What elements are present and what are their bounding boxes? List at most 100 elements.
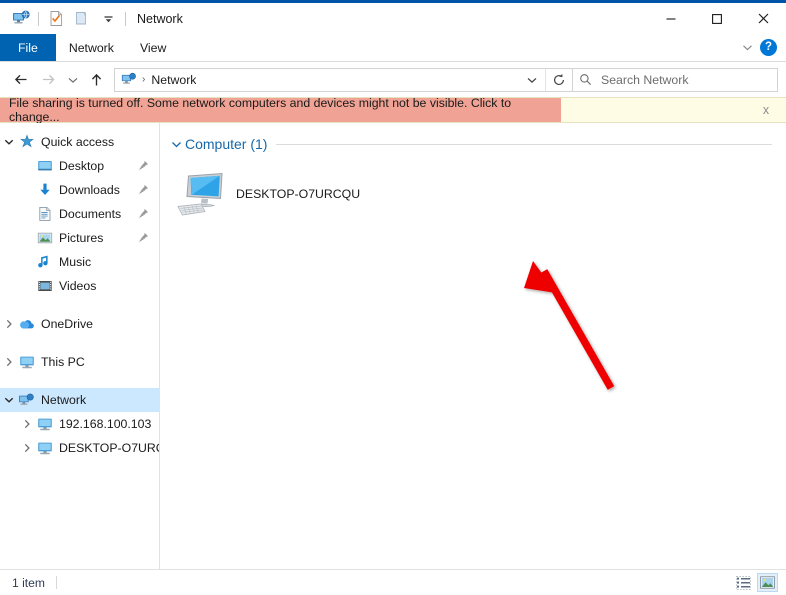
sidebar-gap-1 <box>0 298 159 312</box>
maximize-button[interactable] <box>694 3 740 34</box>
documents-icon <box>36 206 53 223</box>
refresh-icon[interactable] <box>546 69 572 91</box>
list-item[interactable]: DESKTOP-O7URCQU <box>174 163 370 225</box>
music-icon <box>36 254 53 271</box>
explorer-body: Quick access · Desktop <box>0 123 786 569</box>
sidebar-item-desktop-o7urcqu[interactable]: DESKTOP-O7URCQU <box>0 436 159 460</box>
window-controls <box>648 3 786 34</box>
sidebar-gap-2 <box>0 336 159 350</box>
new-folder-icon[interactable] <box>69 7 95 31</box>
search-box[interactable]: Search Network <box>573 67 778 92</box>
sidebar-item-label: Desktop <box>59 159 105 173</box>
recent-locations-chevron-icon[interactable] <box>62 67 83 93</box>
sidebar-item-label: Videos <box>59 279 97 293</box>
sidebar-item-label: Music <box>59 255 92 269</box>
notification-bar[interactable]: File sharing is turned off. Some network… <box>0 96 786 124</box>
ribbon-right-controls: ? <box>736 34 786 61</box>
sidebar-item-onedrive[interactable]: OneDrive <box>0 312 159 336</box>
cloud-icon <box>18 316 35 333</box>
search-input[interactable]: Search Network <box>601 73 688 87</box>
quick-access-toolbar <box>8 7 130 31</box>
search-icon <box>573 73 597 86</box>
desktop-icon <box>36 158 53 175</box>
computer-icon <box>36 416 53 433</box>
tab-network[interactable]: Network <box>56 34 127 61</box>
sidebar-item-downloads[interactable]: · Downloads <box>0 178 159 202</box>
sidebar-item-pictures[interactable]: · Pictures <box>0 226 159 250</box>
sidebar-item-label: OneDrive <box>41 317 93 331</box>
pin-icon[interactable] <box>137 231 150 244</box>
sidebar-item-this-pc[interactable]: This PC <box>0 350 159 374</box>
address-bar[interactable]: › Network <box>114 67 573 92</box>
previous-locations-chevron-icon[interactable] <box>519 69 545 91</box>
help-icon[interactable]: ? <box>760 39 777 56</box>
sidebar-item-label: Downloads <box>59 183 120 197</box>
pin-icon[interactable] <box>137 183 150 196</box>
close-button[interactable] <box>740 3 786 34</box>
navigation-pane: Quick access · Desktop <box>0 123 160 569</box>
computer-icon <box>18 354 35 371</box>
chevron-expanded-icon[interactable] <box>0 130 18 154</box>
sidebar-item-label: Documents <box>59 207 122 221</box>
chevron-collapsed-icon[interactable] <box>18 436 36 460</box>
tab-file[interactable]: File <box>0 34 56 61</box>
downloads-icon <box>36 182 53 199</box>
large-icons-view-icon[interactable] <box>757 573 778 592</box>
star-icon <box>18 134 35 151</box>
chevron-expanded-icon[interactable] <box>168 139 184 150</box>
computer-large-icon <box>174 167 228 221</box>
sidebar-item-192-168-100-103[interactable]: 192.168.100.103 <box>0 412 159 436</box>
ribbon-tab-bar: File Network View ? <box>0 34 786 61</box>
chevron-placeholder-icon: · <box>18 178 36 202</box>
item-count: 1 item <box>12 575 45 590</box>
videos-icon <box>36 278 53 295</box>
chevron-placeholder-icon: · <box>18 154 36 178</box>
file-explorer-window: Network File Network View ? › Network Se… <box>0 0 786 595</box>
back-button[interactable] <box>8 67 35 93</box>
customize-chevron-icon[interactable] <box>95 7 121 31</box>
chevron-collapsed-icon[interactable] <box>0 350 18 374</box>
sidebar-item-label: Network <box>41 393 87 407</box>
chevron-collapsed-icon[interactable] <box>18 412 36 436</box>
content-pane[interactable]: Computer (1) DESKTOP-O7URCQU <box>160 123 786 569</box>
breadcrumb[interactable]: Network <box>151 73 196 87</box>
forward-button[interactable] <box>35 67 62 93</box>
up-button[interactable] <box>83 67 110 93</box>
group-header-computer[interactable]: Computer (1) <box>160 131 786 157</box>
sidebar-item-network[interactable]: Network <box>0 388 159 412</box>
toolbar-separator-1 <box>38 11 39 26</box>
sidebar-item-documents[interactable]: · Documents <box>0 202 159 226</box>
sidebar-item-desktop[interactable]: · Desktop <box>0 154 159 178</box>
navigation-bar: › Network Search Network <box>0 62 786 97</box>
sidebar-item-music[interactable]: · Music <box>0 250 159 274</box>
details-view-icon[interactable] <box>733 573 754 592</box>
title-bar: Network <box>0 3 786 34</box>
properties-icon[interactable] <box>43 7 69 31</box>
minimize-button[interactable] <box>648 3 694 34</box>
window-title: Network <box>137 11 183 26</box>
status-bar: 1 item <box>0 569 786 595</box>
sidebar-item-videos[interactable]: · Videos <box>0 274 159 298</box>
group-divider <box>276 143 772 145</box>
chevron-collapsed-icon[interactable] <box>0 312 18 336</box>
chevron-down-icon[interactable] <box>736 37 758 59</box>
notification-message[interactable]: File sharing is turned off. Some network… <box>0 96 561 124</box>
notification-close-icon[interactable]: x <box>746 98 786 122</box>
chevron-placeholder-icon: · <box>18 202 36 226</box>
network-icon[interactable] <box>8 7 34 31</box>
sidebar-item-label: Pictures <box>59 231 104 245</box>
chevron-placeholder-icon: · <box>18 250 36 274</box>
status-divider <box>55 576 57 589</box>
items-grid: DESKTOP-O7URCQU <box>160 157 786 225</box>
tab-view[interactable]: View <box>127 34 179 61</box>
pictures-icon <box>36 230 53 247</box>
sidebar-item-quick-access[interactable]: Quick access <box>0 130 159 154</box>
breadcrumb-separator[interactable]: › <box>142 74 145 85</box>
sidebar-item-label: This PC <box>41 355 85 369</box>
sidebar-gap-3 <box>0 374 159 388</box>
address-bar-buttons <box>519 68 572 91</box>
pin-icon[interactable] <box>137 207 150 220</box>
computer-icon <box>36 440 53 457</box>
chevron-expanded-icon[interactable] <box>0 388 18 412</box>
pin-icon[interactable] <box>137 159 150 172</box>
